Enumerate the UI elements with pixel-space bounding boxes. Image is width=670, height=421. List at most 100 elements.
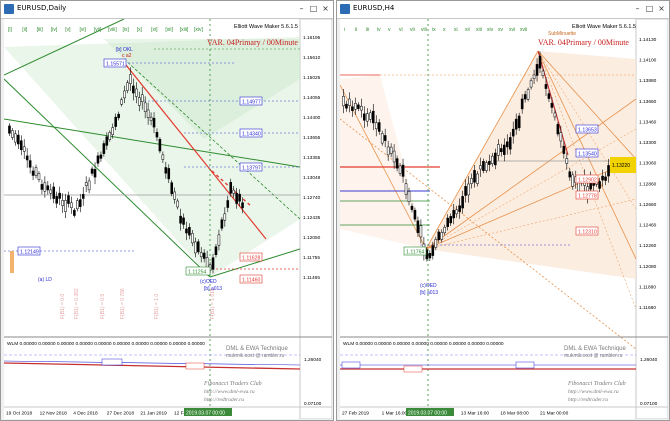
price-axis-label: 1.12435: [303, 215, 321, 221]
candle-body: [31, 170, 35, 176]
wave-label: ix: [432, 27, 436, 33]
candle-body: [598, 181, 601, 189]
price-box: 1.14340: [239, 128, 263, 138]
price-axis-label: 1.13060: [639, 161, 657, 167]
price-axis-label: 1.14400: [303, 115, 321, 121]
price-axis-label: 1.12860: [639, 181, 657, 187]
wave-label: [iii]: [37, 27, 44, 33]
candle-body: [526, 89, 530, 100]
date-axis-label: 21 Mar 00:00: [540, 411, 569, 417]
candle-body: [229, 182, 233, 194]
candle-body: [366, 113, 369, 122]
candle-body: [105, 136, 109, 146]
wave-label: iii: [366, 27, 369, 33]
wave-c-label: (c)OED: [420, 283, 437, 289]
wave-b-label: [b] a013: [420, 290, 438, 296]
chart-window-eurusd-daily[interactable]: EURUSD,Daily – □ × [i] [ii] [iii] [iv] [v] [v…: [0, 0, 334, 421]
candle-body: [455, 209, 458, 215]
candle-body: [532, 74, 536, 80]
wave-label: xiii: [476, 27, 482, 33]
candle-body: [87, 180, 91, 191]
date-axis-label: 19 Oct 2018: [6, 411, 32, 417]
candle-body: [380, 133, 384, 144]
candle-body: [155, 132, 159, 138]
wave-label: xiv: [487, 27, 494, 33]
price-axis-label: 1.12740: [303, 195, 321, 201]
candle-body: [241, 202, 244, 209]
candle-body: [199, 252, 203, 258]
candle-body: [452, 209, 455, 219]
price-chart-area[interactable]: [i] [ii] [iii] [iv] [v] [vi] [vii] [viii] [ix] [x…: [4, 19, 332, 419]
chart-window-eurusd-h4[interactable]: EURUSD,H4 – □ × i ii iii iv v vi vii viii ix x xi x…: [336, 0, 670, 421]
credit-email: mukmik.oost @ rambler.ru: [226, 353, 285, 359]
candle-body: [520, 98, 524, 110]
candle-body: [511, 128, 515, 137]
price-box: 1.11764: [403, 246, 427, 256]
candle-body: [152, 117, 156, 128]
candle-body: [149, 116, 153, 121]
candle-body: [120, 99, 123, 105]
window-title: EURUSD,H4: [353, 4, 395, 12]
orange-level-marker: [10, 251, 14, 273]
candle-body: [523, 94, 527, 100]
price-box: 1.13653: [575, 124, 599, 134]
maximize-button[interactable]: □: [644, 3, 655, 14]
price-chart-area[interactable]: i ii iii iv v vi vii viii ix x xi xii xiii xiv xv xvi xv…: [340, 19, 668, 419]
candle-body: [40, 184, 44, 190]
candle-body: [479, 165, 482, 170]
minimize-button[interactable]: –: [632, 3, 643, 14]
sub-axis-bottom: 0.07100: [304, 401, 322, 407]
candle-body: [73, 209, 76, 216]
candle-body: [354, 103, 357, 110]
price-axis-label: 1.11880: [639, 284, 656, 290]
svg-text:F(B1) = 1.618: F(B1) = 1.618: [210, 288, 216, 319]
candle-body: [140, 94, 144, 102]
maximize-button[interactable]: □: [308, 3, 319, 14]
window-titlebar[interactable]: EURUSD,H4 – □ ×: [337, 1, 669, 19]
wave-label: [xii]: [165, 27, 173, 33]
candle-body: [93, 169, 97, 178]
price-axis-label: 1.13660: [639, 99, 657, 105]
candle-body: [562, 145, 566, 154]
candle-body: [117, 113, 120, 119]
svg-text:1.14340: 1.14340: [242, 132, 261, 138]
candle-body: [541, 70, 545, 77]
candle-body: [529, 80, 533, 88]
wave-label: [v]: [65, 27, 71, 33]
candle-body: [434, 239, 438, 248]
candle-body: [49, 189, 53, 194]
candle-body: [22, 146, 26, 152]
price-axis-label: 1.13300: [639, 140, 657, 146]
candle-body: [348, 98, 351, 106]
sub-axis-top: 1.26040: [304, 357, 322, 363]
candle-body: [179, 215, 182, 224]
price-axis-label: 1.14055: [303, 95, 321, 101]
svg-text:1.12902: 1.12902: [578, 178, 597, 184]
minimize-button[interactable]: –: [296, 3, 307, 14]
price-box: 1.13540: [575, 148, 599, 158]
candle-body: [389, 146, 393, 154]
candle-body: [544, 84, 548, 89]
price-box: 1.15571: [103, 58, 127, 68]
price-axis-label: 1.14100: [639, 58, 657, 64]
candle-body: [96, 155, 100, 164]
candle-body: [345, 103, 348, 109]
candle-body: [464, 186, 467, 196]
window-titlebar[interactable]: EURUSD,Daily – □ ×: [1, 1, 333, 19]
candle-body: [185, 228, 188, 234]
candle-body: [135, 88, 138, 97]
close-button[interactable]: ×: [656, 3, 667, 14]
credit-email: mukmik.oost @ rambler.ru: [564, 353, 623, 359]
candle-body: [102, 143, 106, 154]
candle-body: [37, 173, 41, 180]
sub-axis-top: 1.26040: [640, 357, 658, 363]
candle-body: [342, 96, 345, 107]
candle-body: [114, 116, 117, 127]
candle-body: [556, 124, 560, 135]
candle-body: [137, 97, 141, 106]
close-button[interactable]: ×: [320, 3, 331, 14]
candle-body: [158, 139, 162, 152]
price-axis-label: 1.11680: [639, 305, 656, 311]
candle-body: [458, 205, 461, 212]
price-axis-label: 1.15610: [303, 55, 321, 61]
